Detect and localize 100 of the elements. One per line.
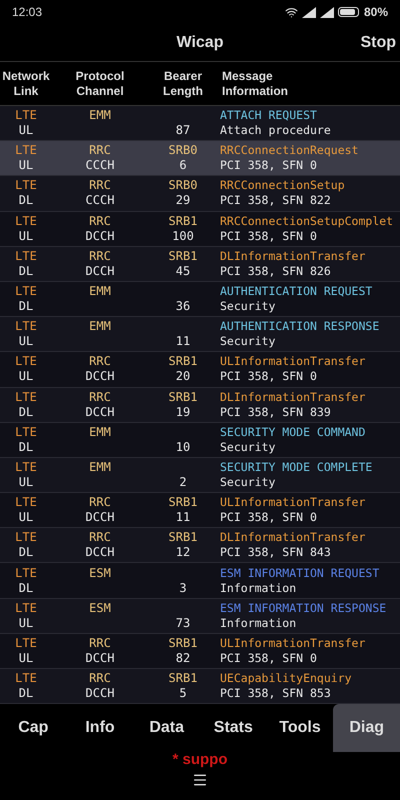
menu-icon[interactable] bbox=[192, 772, 208, 788]
channel-cell: DCCH bbox=[86, 369, 114, 384]
signal-icon bbox=[302, 6, 316, 18]
table-row[interactable]: LTE UL RRC DCCH SRB1 20 ULInformationTransfer PCI 358, SFN 0 bbox=[0, 352, 400, 388]
network-cell: LTE bbox=[15, 671, 37, 686]
table-row[interactable]: LTE DL RRC DCCH SRB1 5 UECapabilityEnquiry PCI 358, SFN 853 bbox=[0, 669, 400, 704]
length-cell: 82 bbox=[176, 650, 190, 666]
protocol-cell: RRC bbox=[89, 390, 111, 405]
message-cell: ESM INFORMATION RESPONSE bbox=[220, 600, 386, 616]
protocol-cell: EMM bbox=[89, 460, 111, 475]
network-cell: LTE bbox=[15, 495, 37, 510]
bottom-tab[interactable]: Cap bbox=[0, 704, 67, 752]
link-cell: DL bbox=[18, 264, 34, 279]
link-cell: UL bbox=[18, 616, 34, 631]
column-header: Information bbox=[222, 84, 288, 98]
network-cell: LTE bbox=[15, 600, 37, 616]
bottom-tab[interactable]: Data bbox=[133, 704, 200, 752]
table-row[interactable]: LTE UL EMM 2 SECURITY MODE COMPLETE Security bbox=[0, 458, 400, 494]
network-cell: LTE bbox=[15, 636, 37, 651]
network-cell: LTE bbox=[15, 530, 37, 546]
message-cell: DLInformationTransfer bbox=[220, 530, 366, 546]
network-cell: LTE bbox=[15, 214, 37, 229]
length-cell: 19 bbox=[176, 404, 190, 420]
table-row[interactable]: LTE DL RRC DCCH SRB1 19 DLInformationTransfer PCI 358, SFN 839 bbox=[0, 388, 400, 423]
column-header: Channel bbox=[76, 84, 124, 98]
table-row[interactable]: LTE DL ESM 3 ESM INFORMATION REQUEST Information bbox=[0, 563, 400, 599]
bearer-cell: SRB1 bbox=[168, 495, 198, 510]
length-cell: 11 bbox=[176, 510, 190, 526]
bearer-cell: SRB1 bbox=[168, 354, 198, 370]
info-cell: PCI 358, SFN 0 bbox=[220, 228, 317, 244]
message-cell: ULInformationTransfer bbox=[220, 495, 366, 510]
table-row[interactable]: LTE DL RRC DCCH SRB1 12 DLInformationTransfer PCI 358, SFN 843 bbox=[0, 528, 400, 564]
info-cell: PCI 358, SFN 853 bbox=[220, 686, 331, 702]
link-cell: UL bbox=[18, 228, 34, 244]
column-header: Protocol bbox=[76, 68, 124, 84]
info-cell: PCI 358, SFN 843 bbox=[220, 545, 331, 560]
length-cell: 36 bbox=[176, 299, 190, 314]
table-row[interactable]: LTE UL EMM 11 AUTHENTICATION RESPONSE Security bbox=[0, 317, 400, 352]
message-cell: DLInformationTransfer bbox=[220, 248, 366, 264]
protocol-cell: EMM bbox=[89, 108, 111, 124]
message-cell: ULInformationTransfer bbox=[220, 636, 366, 651]
length-cell: 10 bbox=[176, 440, 190, 455]
length-cell: 5 bbox=[179, 686, 187, 702]
bottom-tab[interactable]: Info bbox=[66, 704, 134, 752]
network-cell: LTE bbox=[15, 354, 37, 370]
protocol-cell: RRC bbox=[89, 214, 111, 229]
table-row[interactable]: LTE UL RRC DCCH SRB1 82 ULInformationTransfer PCI 358, SFN 0 bbox=[0, 634, 400, 669]
column-header: Network bbox=[2, 68, 50, 84]
channel-cell: DCCH bbox=[86, 264, 114, 279]
table-row[interactable]: LTE UL ESM 73 ESM INFORMATION RESPONSE Information bbox=[0, 598, 400, 634]
channel-cell: CCCH bbox=[86, 158, 114, 174]
battery-icon bbox=[338, 7, 360, 17]
info-cell: PCI 358, SFN 0 bbox=[220, 369, 317, 384]
table-row[interactable]: LTE UL EMM 87 ATTACH REQUEST Attach procedure bbox=[0, 106, 400, 142]
table-row[interactable]: LTE UL RRC CCCH SRB0 6 RRCConnectionRequest PCI 358, SFN 0 bbox=[0, 141, 400, 176]
network-cell: LTE bbox=[15, 284, 37, 300]
protocol-cell: RRC bbox=[89, 671, 111, 686]
length-cell: 29 bbox=[176, 193, 190, 208]
protocol-cell: EMM bbox=[89, 284, 111, 300]
status-time: 12:03 bbox=[12, 4, 42, 21]
bottom-tab[interactable]: Stats bbox=[200, 704, 267, 752]
protocol-cell: EMM bbox=[89, 424, 111, 440]
table-row[interactable]: LTE DL EMM 10 SECURITY MODE COMMAND Security bbox=[0, 422, 400, 458]
protocol-cell: RRC bbox=[89, 143, 111, 158]
protocol-cell: RRC bbox=[89, 530, 111, 546]
table-row[interactable]: LTE UL RRC DCCH SRB1 11 ULInformationTransfer PCI 358, SFN 0 bbox=[0, 493, 400, 528]
info-cell: Security bbox=[220, 334, 276, 350]
info-cell: Security bbox=[220, 474, 276, 490]
protocol-cell: ESM bbox=[89, 566, 111, 581]
link-cell: UL bbox=[18, 158, 34, 174]
column-header: Length bbox=[163, 84, 203, 98]
network-cell: LTE bbox=[15, 566, 37, 581]
length-cell: 45 bbox=[176, 264, 190, 279]
message-cell: ULInformationTransfer bbox=[220, 354, 366, 370]
length-cell: 12 bbox=[176, 545, 190, 560]
info-cell: PCI 358, SFN 822 bbox=[220, 193, 331, 208]
table-row[interactable]: LTE UL RRC DCCH SRB1 100 RRCConnectionSetupComplet PCI 358, SFN 0 bbox=[0, 212, 400, 247]
link-cell: UL bbox=[18, 510, 34, 526]
bearer-cell: SRB1 bbox=[168, 636, 198, 651]
info-cell: PCI 358, SFN 0 bbox=[220, 650, 317, 666]
column-header: Link bbox=[14, 84, 38, 98]
network-cell: LTE bbox=[15, 319, 37, 334]
link-cell: DL bbox=[18, 299, 34, 314]
stop-button[interactable]: Stop bbox=[360, 30, 396, 54]
table-row[interactable]: LTE DL RRC CCCH SRB0 29 RRCConnectionSetup PCI 358, SFN 822 bbox=[0, 176, 400, 212]
info-cell: PCI 358, SFN 826 bbox=[220, 264, 331, 279]
length-cell: 2 bbox=[179, 474, 187, 490]
bottom-tab[interactable]: Diag bbox=[333, 704, 400, 752]
table-row[interactable]: LTE DL RRC DCCH SRB1 45 DLInformationTransfer PCI 358, SFN 826 bbox=[0, 246, 400, 282]
protocol-cell: RRC bbox=[89, 354, 111, 370]
message-cell: ESM INFORMATION REQUEST bbox=[220, 566, 380, 581]
protocol-cell: RRC bbox=[89, 248, 111, 264]
length-cell: 6 bbox=[179, 158, 187, 174]
link-cell: DL bbox=[18, 440, 34, 455]
protocol-cell: RRC bbox=[89, 636, 111, 651]
table-row[interactable]: LTE DL EMM 36 AUTHENTICATION REQUEST Security bbox=[0, 282, 400, 318]
link-cell: UL bbox=[18, 369, 34, 384]
length-cell: 73 bbox=[176, 616, 190, 631]
message-cell: AUTHENTICATION REQUEST bbox=[220, 284, 372, 300]
bottom-tab[interactable]: Tools bbox=[266, 704, 334, 752]
